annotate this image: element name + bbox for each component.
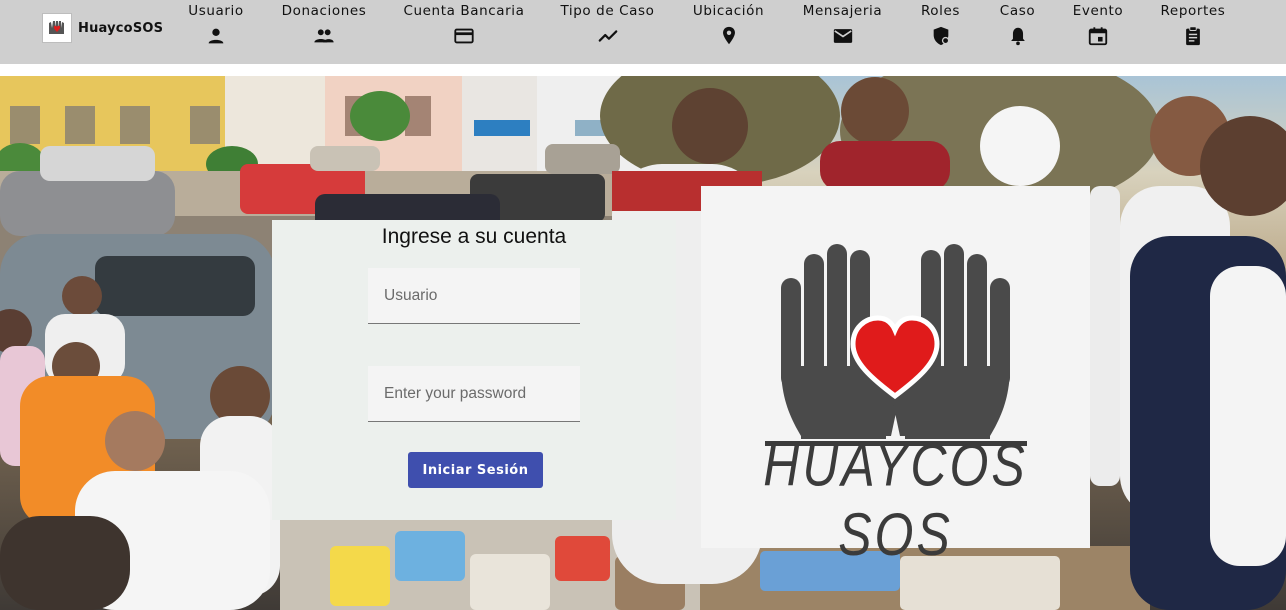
nav-item-donaciones[interactable]: Donaciones bbox=[281, 0, 367, 64]
location-pin-icon bbox=[722, 26, 735, 45]
nav-item-tipo-de-caso[interactable]: Tipo de Caso bbox=[560, 0, 655, 64]
logo-card: HUAYCOS SOS bbox=[701, 186, 1090, 568]
nav-item-ubicacion[interactable]: Ubicación bbox=[692, 0, 765, 64]
nav-label: Caso bbox=[999, 3, 1036, 19]
nav-label: Ubicación bbox=[692, 3, 765, 19]
shield-icon bbox=[933, 26, 949, 46]
nav-label: Evento bbox=[1072, 3, 1124, 19]
bell-icon bbox=[1010, 27, 1025, 46]
nav-item-caso[interactable]: Caso bbox=[999, 0, 1036, 64]
username-field[interactable] bbox=[368, 268, 580, 324]
calendar-icon bbox=[1088, 27, 1108, 46]
username-input[interactable] bbox=[368, 268, 580, 323]
password-field[interactable] bbox=[368, 366, 580, 422]
brand-logo-icon bbox=[42, 13, 72, 43]
nav-item-reportes[interactable]: Reportes bbox=[1160, 0, 1226, 64]
login-card: Ingrese a su cuenta Iniciar Sesión bbox=[272, 220, 676, 520]
nav-item-usuario[interactable]: Usuario bbox=[188, 0, 244, 64]
nav-label: Mensajeria bbox=[802, 3, 883, 19]
nav-label: Tipo de Caso bbox=[560, 3, 655, 19]
brand[interactable]: HuaycoSOS bbox=[42, 13, 163, 43]
nav-item-mensajeria[interactable]: Mensajeria bbox=[802, 0, 883, 64]
login-title: Ingrese a su cuenta bbox=[381, 225, 567, 248]
nav-label: Cuenta Bancaria bbox=[403, 3, 525, 19]
mail-icon bbox=[833, 29, 852, 43]
people-icon bbox=[314, 29, 334, 43]
clipboard-icon bbox=[1186, 26, 1200, 46]
nav-item-evento[interactable]: Evento bbox=[1073, 0, 1123, 64]
nav-label: Roles bbox=[920, 3, 961, 19]
login-button[interactable]: Iniciar Sesión bbox=[408, 452, 543, 488]
nav-label: Usuario bbox=[188, 3, 244, 19]
logo-wordmark: HUAYCOS SOS bbox=[763, 431, 1028, 569]
trending-icon bbox=[598, 30, 617, 42]
nav-label: Donaciones bbox=[281, 3, 367, 19]
password-input[interactable] bbox=[368, 366, 580, 421]
top-navbar: HuaycoSOS Usuario Donaciones Cuenta Banc… bbox=[0, 0, 1286, 64]
nav-item-cuenta-bancaria[interactable]: Cuenta Bancaria bbox=[403, 0, 525, 64]
credit-card-icon bbox=[454, 28, 474, 44]
brand-name: HuaycoSOS bbox=[78, 20, 164, 36]
person-icon bbox=[208, 28, 224, 44]
nav-label: Reportes bbox=[1160, 3, 1226, 19]
nav-item-roles[interactable]: Roles bbox=[920, 0, 961, 64]
